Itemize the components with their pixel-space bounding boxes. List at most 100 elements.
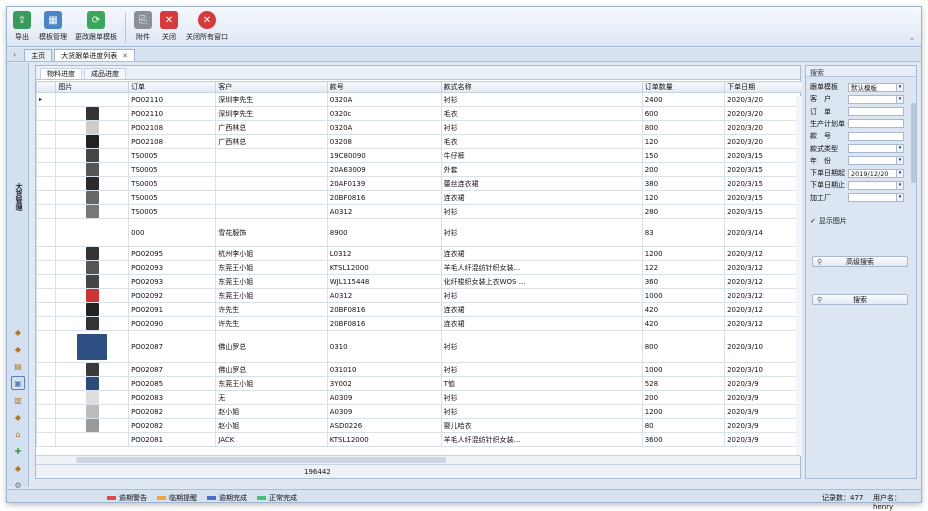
chevron-down-icon[interactable]: ▾ <box>896 181 903 189</box>
module-icon[interactable]: ▥ <box>11 393 25 407</box>
product-thumbnail[interactable] <box>85 261 99 274</box>
table-row[interactable]: PO02093 东莞王小姐 KTSL12000 羊毛人纤混纺针织女装... 122 202… <box>36 260 802 275</box>
table-row[interactable]: PO02087佛山罗总031010衬衫10002020/3/102020/3/1… <box>36 362 802 377</box>
table-row[interactable]: PO02081 JACK KTSL12000 羊毛人纤混纺针织女装... 3600 202… <box>36 432 802 447</box>
search-field-input[interactable]: ▾ <box>848 144 904 153</box>
module-icon[interactable]: ▤ <box>11 359 25 373</box>
collapse-ribbon-icon[interactable]: ⌃ <box>909 37 915 45</box>
vertical-scrollbar[interactable] <box>796 96 802 456</box>
tab-order-progress[interactable]: 大货跟单进度列表 ✕ <box>54 49 136 61</box>
table-row[interactable]: TS0005 A0312 衬衫 280 2020/3/15 <box>36 204 802 219</box>
close-all-button[interactable]: ✕ 关闭所有窗口 <box>186 11 228 45</box>
table-cell: 深圳李先生 <box>215 106 328 121</box>
chevron-down-icon[interactable]: ▾ <box>896 169 903 177</box>
module-icon[interactable]: ◆ <box>11 325 25 339</box>
product-thumbnail[interactable] <box>85 419 99 432</box>
product-thumbnail[interactable] <box>85 121 99 134</box>
product-thumbnail[interactable] <box>85 163 99 176</box>
search-field-input[interactable]: ▾ <box>848 156 904 166</box>
search-field-input[interactable] <box>848 107 904 117</box>
close-button[interactable]: ✕ 关闭 <box>160 11 178 45</box>
table-row[interactable]: PO02092东莞王小姐A0312衬衫10002020/3/122020/3/2… <box>36 288 802 303</box>
checkbox-checked-icon[interactable]: ✓ <box>810 217 816 225</box>
table-row[interactable]: PO02082赵小姐A0309衬衫12002020/3/92020/3/2020… <box>36 404 802 419</box>
tab-close-icon[interactable]: ✕ <box>122 52 128 60</box>
export-button[interactable]: ⇪ 导出 <box>13 11 31 45</box>
module-icon[interactable]: ◆ <box>11 410 25 424</box>
column-header[interactable]: 款号 <box>326 81 442 93</box>
product-thumbnail[interactable] <box>85 363 99 376</box>
product-thumbnail[interactable] <box>85 275 99 288</box>
product-thumbnail[interactable] <box>85 177 99 190</box>
product-thumbnail[interactable] <box>85 191 99 204</box>
scrollbar-thumb[interactable] <box>76 457 446 463</box>
table-row[interactable]: PO02095杭州李小姐L0312连衣裙12002020/3/122020/3/… <box>36 246 802 261</box>
product-thumbnail[interactable] <box>85 377 99 390</box>
change-template-button[interactable]: ⟳ 更改跟单模板 <box>75 11 117 45</box>
product-thumbnail[interactable] <box>85 205 99 218</box>
template-manage-button[interactable]: ▦ 模板管理 <box>39 11 67 45</box>
table-row[interactable]: PO02110深圳李先生0320c毛衣6002020/3/202020/3/27… <box>36 106 802 121</box>
search-field-input[interactable]: 2019/12/20 ▾ <box>848 168 904 178</box>
column-header[interactable]: 订单 <box>128 81 217 93</box>
product-thumbnail[interactable] <box>77 333 108 360</box>
home-icon[interactable]: ⌂ <box>11 427 25 441</box>
chevron-down-icon[interactable]: ▾ <box>896 83 903 91</box>
product-thumbnail[interactable] <box>85 107 99 120</box>
table-row[interactable]: PO02093 东莞王小姐 WJL115448 化纤梭织女装上衣WOS ... 360 2… <box>36 274 802 289</box>
chevron-down-icon[interactable]: ▾ <box>896 95 903 103</box>
attachment-button[interactable]: ⎘ 附件 <box>134 11 152 45</box>
module-icon[interactable]: ▣ <box>11 376 25 390</box>
product-thumbnail[interactable] <box>85 405 99 418</box>
product-thumbnail[interactable] <box>85 247 99 260</box>
product-thumbnail[interactable] <box>85 135 99 148</box>
chevron-down-icon[interactable]: ▾ <box>896 157 903 165</box>
column-header[interactable]: 款式名称 <box>440 81 643 93</box>
table-cell: PO02087 <box>128 362 217 377</box>
table-row[interactable]: 000雪花服饰8900衬衫832020/3/142020/3/282020/3/… <box>36 218 802 247</box>
module-icon[interactable]: ◆ <box>11 342 25 356</box>
advanced-search-button[interactable]: ⚲ 高级搜索 <box>812 256 908 267</box>
column-header[interactable]: 图片 <box>55 81 130 93</box>
sidebar-title[interactable]: 大货管理 <box>12 183 24 211</box>
table-row[interactable]: PO02083无A0309衬衫2002020/3/92020/3/9200 <box>36 390 802 405</box>
table-row[interactable]: PO02085东莞王小姐3Y002T恤5282020/3/92020/3/292… <box>36 376 802 391</box>
search-field-input[interactable]: ▾ <box>848 193 904 203</box>
search-button[interactable]: ⚲ 搜索 <box>812 294 908 305</box>
search-field-input[interactable]: ▾ <box>848 94 904 104</box>
tab-material-progress[interactable]: 物料进度 <box>40 68 82 79</box>
table-row[interactable]: PO02090许先生20BF0816连衣裙4202020/3/122020/3/… <box>36 316 802 331</box>
tab-product-progress[interactable]: 成品进度 <box>84 68 126 79</box>
module-icon[interactable]: ◆ <box>11 461 25 475</box>
product-thumbnail[interactable] <box>85 289 99 302</box>
table-row[interactable]: TS000520BF0816连衣裙1202020/3/152020/3/1612… <box>36 190 802 205</box>
column-header[interactable]: 客户 <box>215 81 328 93</box>
table-row[interactable]: PO02082赵小姐ASD0226婴儿哈衣802020/3/92020/3/13… <box>36 418 802 433</box>
product-thumbnail[interactable] <box>85 303 99 316</box>
column-header[interactable]: 下单日期 <box>724 81 802 93</box>
tab-home[interactable]: 主页 <box>24 49 53 61</box>
table-row[interactable]: PO02108广西林总0320A衬衫8002020/3/202020/3/272… <box>36 120 802 135</box>
search-field-input[interactable]: ▾ <box>848 180 904 190</box>
table-row[interactable]: TS0005 20A63009 外套 200 2020/3/15 <box>36 162 802 177</box>
table-row[interactable]: TS000519C80090牛仔裤1502020/3/152020/3/1615… <box>36 148 802 163</box>
product-thumbnail[interactable] <box>85 149 99 162</box>
table-row[interactable]: PO02087佛山罗总0310衬衫8002020/3/102020/3/2020… <box>36 330 802 363</box>
show-image-row[interactable]: ✓ 显示图片 <box>810 216 847 226</box>
table-row[interactable]: PO02091许先生20BF0816连衣裙4202020/3/122020/3/… <box>36 302 802 317</box>
chevron-down-icon[interactable]: ▾ <box>896 194 903 202</box>
horizontal-scrollbar[interactable] <box>36 455 800 464</box>
product-thumbnail[interactable] <box>85 317 99 330</box>
right-panel-scrollbar[interactable] <box>911 103 916 183</box>
search-field-input[interactable]: 默认模板 ▾ <box>848 82 904 92</box>
product-thumbnail[interactable] <box>85 391 99 404</box>
chevron-down-icon[interactable]: ▾ <box>896 145 903 152</box>
column-header[interactable]: 订单数量 <box>641 81 726 93</box>
module-icon[interactable]: ✚ <box>11 444 25 458</box>
search-field-input[interactable] <box>848 119 904 129</box>
table-row[interactable]: ▸PO02110深圳李先生0320A衬衫24002020/3/202020/3/… <box>36 92 802 107</box>
nav-arrow-icon[interactable]: › <box>13 50 16 59</box>
search-field-input[interactable] <box>848 131 904 141</box>
table-row[interactable]: PO02108广西林总03208毛衣1202020/3/202020/3/252… <box>36 134 802 149</box>
table-row[interactable]: TS000520AF0139蕾丝连衣裙3802020/3/152020/3/16… <box>36 176 802 191</box>
